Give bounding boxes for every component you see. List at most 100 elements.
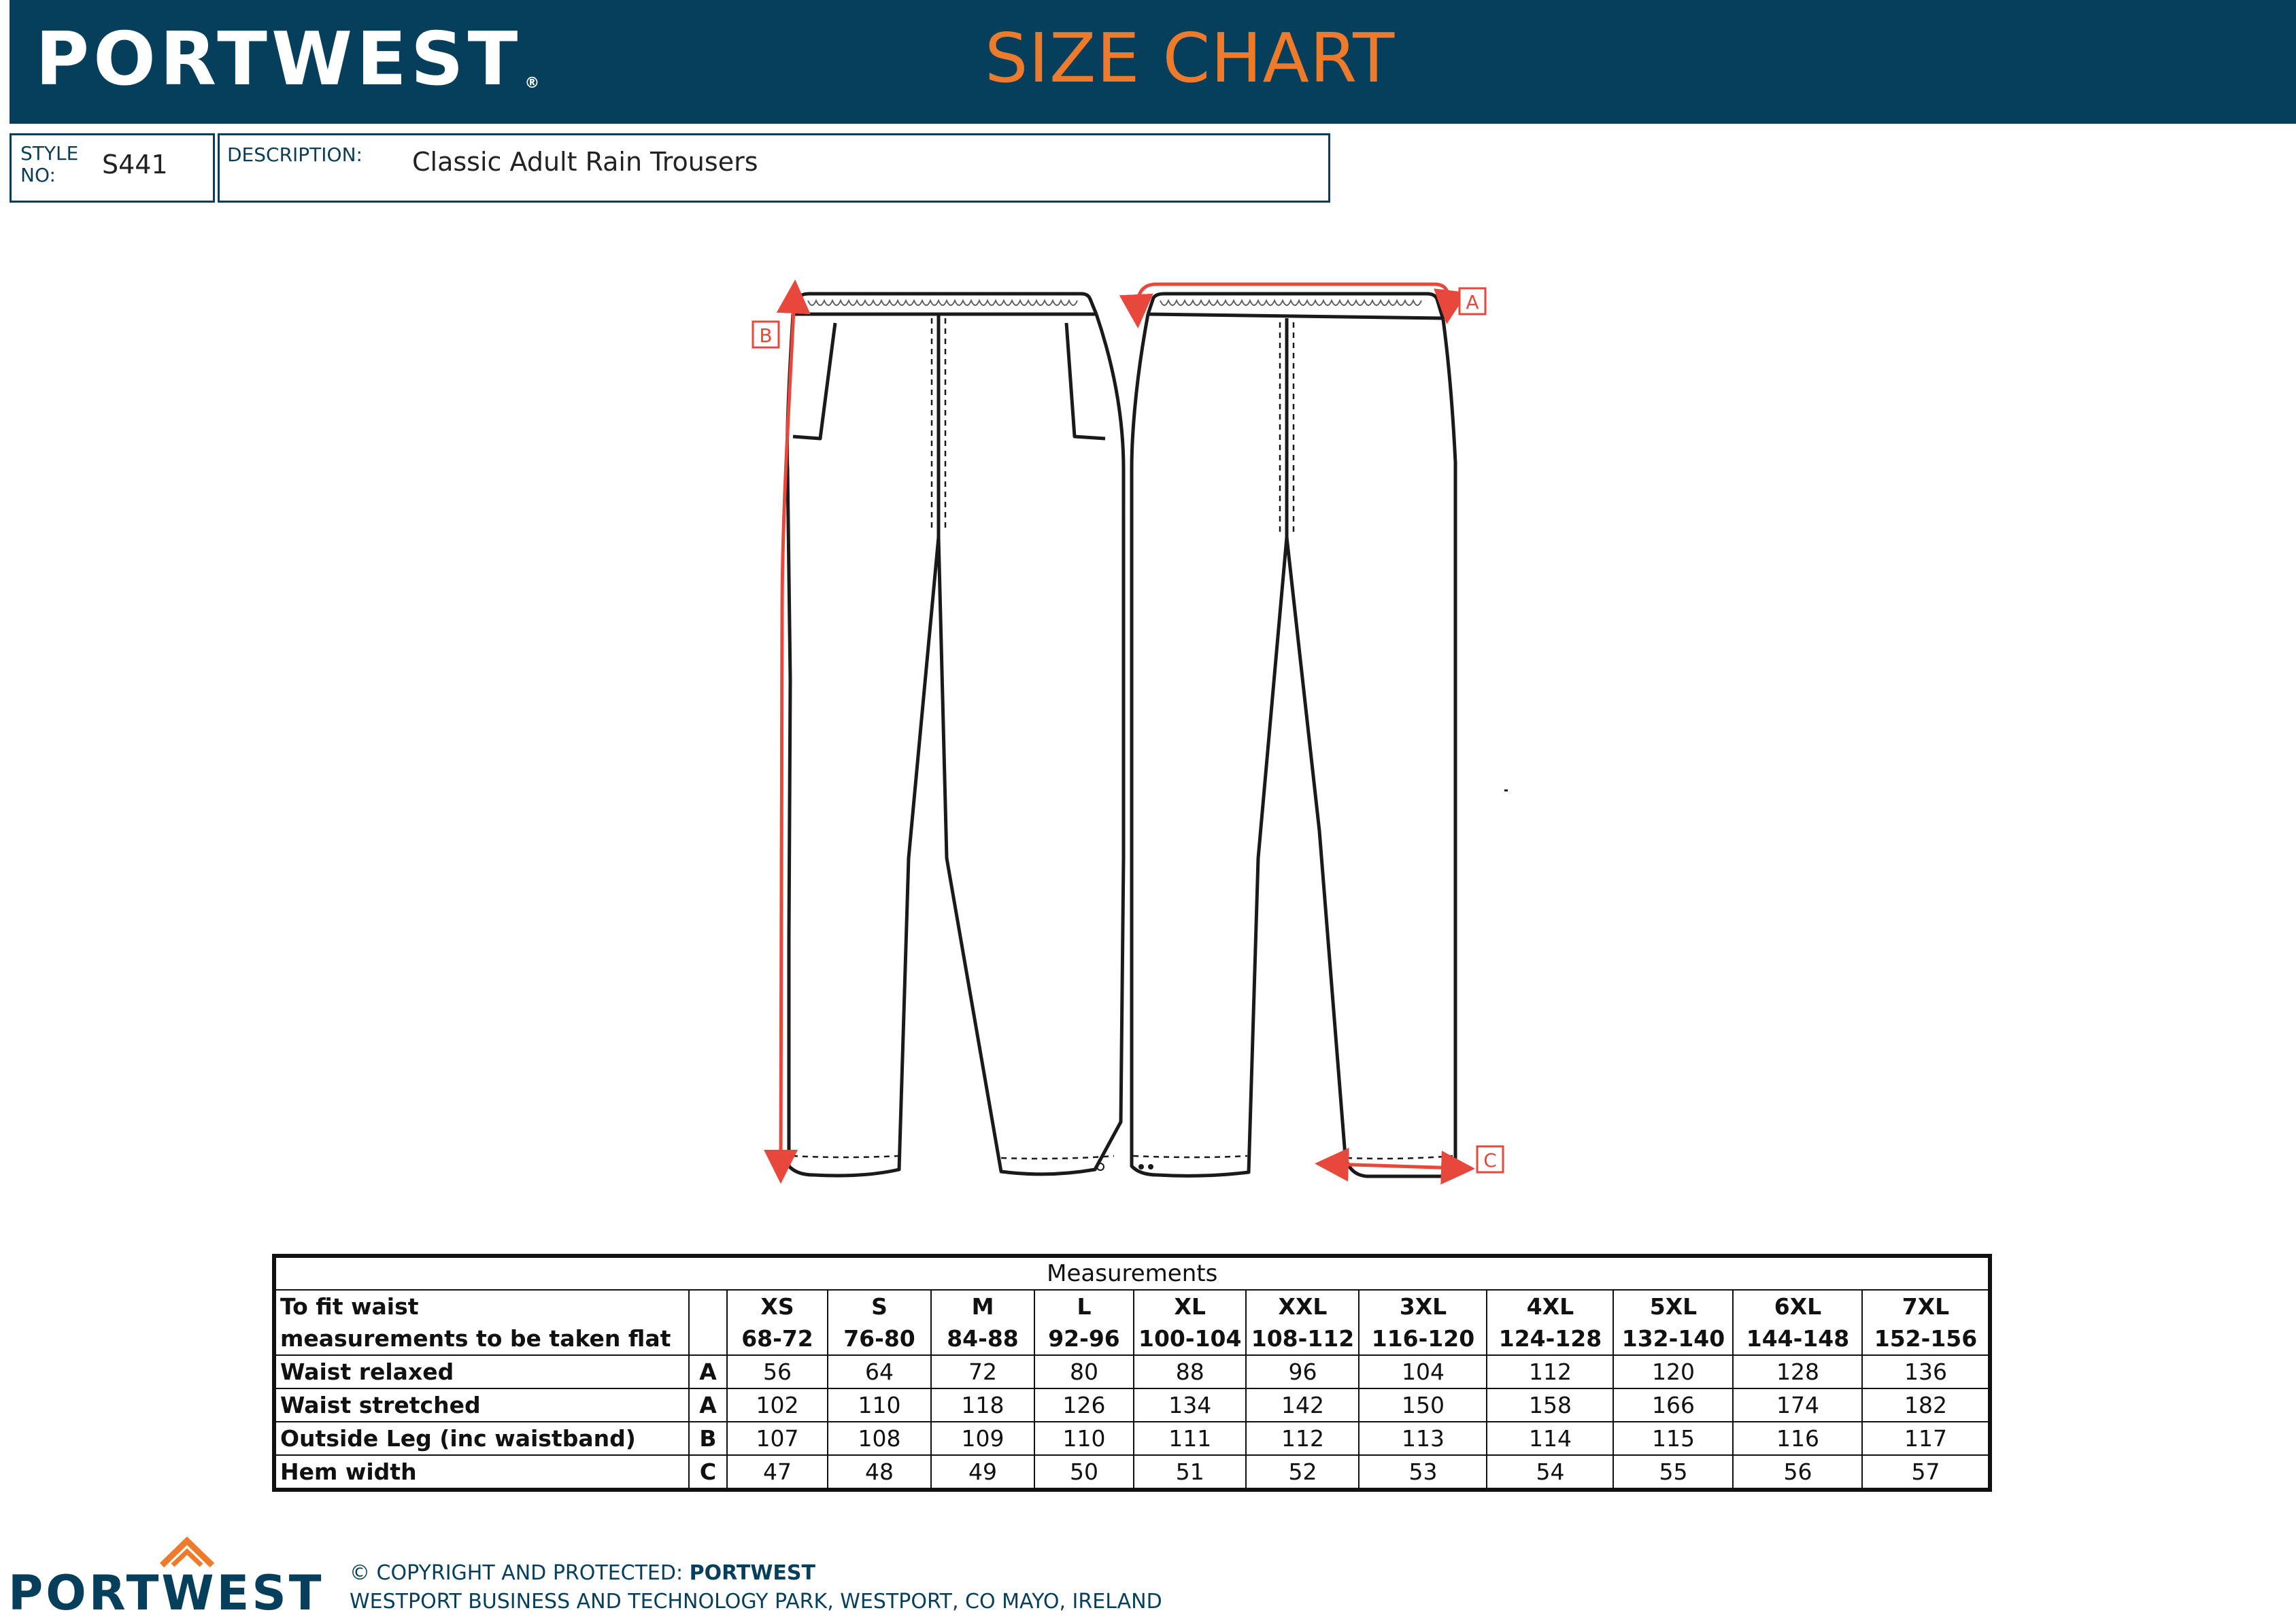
waist-range-cell: 92-96 <box>1034 1323 1134 1356</box>
measurement-value: 113 <box>1358 1421 1488 1456</box>
measurement-value: 96 <box>1245 1354 1360 1389</box>
measurement-value: 104 <box>1358 1354 1488 1389</box>
footer-address: WESTPORT BUSINESS AND TECHNOLOGY PARK, W… <box>350 1590 1162 1614</box>
measurements-body: Measurements To fit waist XS S M L XL XXL 3XL 4… <box>273 1255 1991 1490</box>
measurement-value: 52 <box>1245 1454 1360 1490</box>
waist-range-cell: 144-148 <box>1732 1323 1863 1356</box>
table-row: Waist stretched A 102 110 118 126 134 142 150 158… <box>273 1388 1991 1422</box>
measurement-value: 174 <box>1732 1388 1863 1422</box>
measurement-code: A <box>688 1354 728 1389</box>
measurement-value: 112 <box>1486 1354 1615 1389</box>
measurement-code: C <box>688 1454 728 1490</box>
footer-portwest-logo: PORTWEST <box>8 1565 324 1621</box>
measurement-value: 48 <box>827 1454 932 1490</box>
table-row: Waist relaxed A 56 64 72 80 88 96 104 112 120 128 13… <box>273 1354 1991 1389</box>
measurement-value: 72 <box>930 1354 1035 1389</box>
measurement-value: 49 <box>930 1454 1035 1490</box>
measurement-value: 55 <box>1613 1454 1734 1490</box>
marker-c-label: C <box>1483 1149 1497 1172</box>
size-header-cell: L <box>1034 1289 1134 1323</box>
measurement-value: 56 <box>726 1354 828 1389</box>
measurement-value: 109 <box>930 1421 1035 1456</box>
measurement-value: 117 <box>1861 1421 1991 1456</box>
measurement-label: Hem width <box>273 1454 690 1490</box>
measurement-value: 182 <box>1861 1388 1991 1422</box>
fit-waist-label: To fit waist <box>273 1289 690 1323</box>
size-header-cell: S <box>827 1289 932 1323</box>
footer-logo-chevron-icon <box>159 1536 215 1568</box>
measurement-value: 53 <box>1358 1454 1488 1490</box>
size-header-cell: M <box>930 1289 1035 1323</box>
size-header-cell: 5XL <box>1613 1289 1734 1323</box>
copyright-owner: PORTWEST <box>689 1561 815 1585</box>
measurement-value: 56 <box>1732 1454 1863 1490</box>
measurement-code: B <box>688 1421 728 1456</box>
measurement-value: 110 <box>827 1388 932 1422</box>
waist-range-cell: 124-128 <box>1486 1323 1615 1356</box>
measurement-value: 136 <box>1861 1354 1991 1389</box>
measurement-value: 51 <box>1132 1454 1247 1490</box>
back-outline <box>1130 313 1457 1178</box>
measurement-value: 166 <box>1613 1388 1734 1422</box>
measurement-value: 107 <box>726 1421 828 1456</box>
measurement-value: 47 <box>726 1454 828 1490</box>
measurements-table: Measurements To fit waist XS S M L XL XXL 3XL 4… <box>272 1254 1993 1492</box>
size-header-cell: 3XL <box>1358 1289 1488 1323</box>
measurement-value: 116 <box>1732 1421 1863 1456</box>
waist-range-cell: 68-72 <box>726 1323 828 1356</box>
waist-range-cell: 76-80 <box>827 1323 932 1356</box>
measurement-value: 88 <box>1132 1354 1247 1389</box>
measurement-value: 118 <box>930 1388 1035 1422</box>
table-row: Hem width C 47 48 49 50 51 52 53 54 55 56 57 <box>273 1454 1991 1490</box>
front-view <box>785 292 1126 1178</box>
measurement-label: Waist relaxed <box>273 1354 690 1389</box>
measurement-code: A <box>688 1388 728 1422</box>
measurement-value: 115 <box>1613 1421 1734 1456</box>
measurement-value: 80 <box>1034 1354 1134 1389</box>
table-row: Outside Leg (inc waistband) B 107 108 109 110… <box>273 1421 1991 1456</box>
size-header-cell: 4XL <box>1486 1289 1615 1323</box>
code-header-cell <box>688 1323 728 1356</box>
code-header-cell <box>688 1289 728 1323</box>
measurement-value: 110 <box>1034 1421 1134 1456</box>
measurement-value: 150 <box>1358 1388 1488 1422</box>
table-caption-row: Measurements <box>273 1255 1991 1291</box>
size-header-cell: XXL <box>1245 1289 1360 1323</box>
measurement-value: 126 <box>1034 1388 1134 1422</box>
waist-range-row: measurements to be taken flat 68-72 76-80… <box>273 1323 1991 1356</box>
front-right-pocket <box>1064 322 1106 441</box>
measurement-value: 64 <box>827 1354 932 1389</box>
size-header-cell: XL <box>1132 1289 1247 1323</box>
measurement-label: Outside Leg (inc waistband) <box>273 1421 690 1456</box>
measurement-value: 54 <box>1486 1454 1615 1490</box>
waist-range-cell: 132-140 <box>1613 1323 1734 1356</box>
measurement-value: 142 <box>1245 1388 1360 1422</box>
waist-range-cell: 152-156 <box>1861 1323 1991 1356</box>
measurement-value: 134 <box>1132 1388 1247 1422</box>
waist-range-cell: 100-104 <box>1132 1323 1247 1356</box>
waist-range-cell: 108-112 <box>1245 1323 1360 1356</box>
measurement-value: 102 <box>726 1388 828 1422</box>
measure-line-a <box>1119 282 1468 328</box>
table-caption: Measurements <box>273 1255 1991 1291</box>
marker-b-label: B <box>759 324 772 347</box>
measurement-value: 114 <box>1486 1421 1615 1456</box>
size-header-row: To fit waist XS S M L XL XXL 3XL 4XL 5XL 6XL 7XL <box>273 1289 1991 1323</box>
measurement-value: 112 <box>1245 1421 1360 1456</box>
measurement-value: 111 <box>1132 1421 1247 1456</box>
front-outline <box>785 313 1126 1178</box>
measurement-label: Waist stretched <box>273 1388 690 1422</box>
measurement-value: 158 <box>1486 1388 1615 1422</box>
flat-measure-label: measurements to be taken flat <box>273 1323 690 1356</box>
size-header-cell: XS <box>726 1289 828 1323</box>
measurement-value: 57 <box>1861 1454 1991 1490</box>
measurement-value: 108 <box>827 1421 932 1456</box>
waist-range-cell: 116-120 <box>1358 1323 1488 1356</box>
waist-range-cell: 84-88 <box>930 1323 1035 1356</box>
front-left-pocket <box>792 322 837 441</box>
footer-copyright: © COPYRIGHT AND PROTECTED: PORTWEST <box>350 1561 815 1585</box>
copyright-prefix: © COPYRIGHT AND PROTECTED: <box>350 1561 690 1585</box>
size-header-cell: 6XL <box>1732 1289 1863 1323</box>
measurement-value: 128 <box>1732 1354 1863 1389</box>
trousers-technical-drawing: A B C <box>752 279 1508 1185</box>
